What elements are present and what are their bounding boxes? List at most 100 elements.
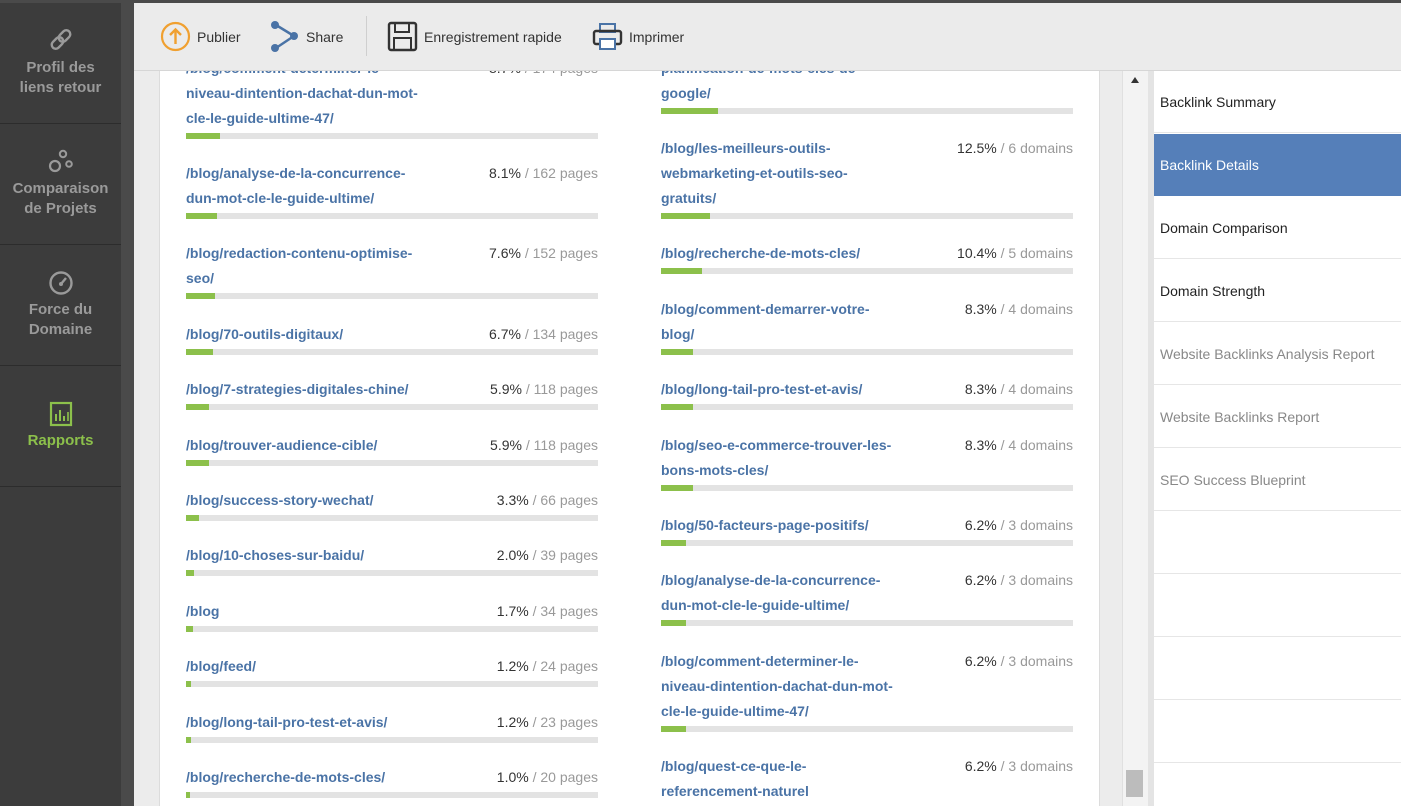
page-path-link[interactable]: /blog/recherche-de-mots-cles/ [661,241,860,266]
backlink-stat: 10.4% / 5 domains [957,241,1073,266]
backlink-stat: 7.6% / 152 pages [489,241,598,266]
progress-bar [186,737,598,743]
page-path-link[interactable]: /blog/long-tail-pro-test-et-avis/ [661,377,862,402]
quick-save-label: Enregistrement rapide [424,28,562,45]
backlink-stat: 6.2% / 3 domains [965,568,1073,593]
page-path-link[interactable]: /blog [186,599,219,624]
backlink-stat: 5.9% / 118 pages [490,433,598,458]
report-section-item[interactable]: Backlink Details [1154,134,1401,196]
backlink-stat: 8.7% / 174 pages [489,71,598,81]
count-value: / 4 domains [996,301,1073,317]
print-label: Imprimer [629,28,685,45]
page-path-link[interactable]: /blog/seo-e-commerce-trouver-les- bons-m… [661,433,891,483]
progress-bar-fill [186,133,220,139]
sidebar-item-project-comparison[interactable]: Comparaison de Projets [0,124,121,245]
progress-bar-fill [661,620,686,626]
nodes-icon [48,149,73,173]
backlink-stat: 8.3% / 4 domains [965,433,1073,458]
report-section-item[interactable]: Website Backlinks Analysis Report [1154,323,1401,385]
report-section-item[interactable]: Domain Comparison [1154,197,1401,259]
percentage-value: 12.5% [957,140,997,156]
backlink-row: /blog/comment-demarrer-votre- blog/8.3% … [661,297,1073,357]
page-path-link[interactable]: /blog/analyse-de-la-concurrence- dun-mot… [186,161,405,211]
progress-bar-fill [661,540,686,546]
progress-bar [661,268,1073,274]
page-path-link[interactable]: /blog/trouver-audience-cible/ [186,433,377,458]
print-button[interactable]: Imprimer [592,3,684,70]
percentage-value: 1.0% [496,769,529,785]
backlink-stat: 8.1% / 162 pages [489,161,598,186]
backlink-stat: 1.0% / 20 pages [497,765,598,790]
page-path-link[interactable]: /blog/success-story-wechat/ [186,488,374,513]
progress-bar-fill [661,726,686,732]
sidebar-item-domain-strength[interactable]: Force du Domaine [0,245,121,366]
progress-bar [186,792,598,798]
page-path-link[interactable]: /blog/comment-determiner-le- niveau-dint… [186,71,418,131]
page-path-link[interactable]: /blog/comment-determiner-le- niveau-dint… [661,649,893,724]
count-value: / 24 pages [528,658,598,674]
report-section-item [1154,701,1401,763]
backlink-row: planification-de-mots-cles-de google/ [661,71,1073,116]
percentage-value: 5.9% [490,437,522,453]
page-path-link[interactable]: /blog/10-choses-sur-baidu/ [186,543,364,568]
percentage-value: 8.3% [964,381,997,397]
report-section-item[interactable]: Domain Strength [1154,260,1401,322]
progress-bar-fill [661,268,702,274]
report-section-item[interactable]: Website Backlinks Report [1154,386,1401,448]
quick-save-button[interactable]: Enregistrement rapide [387,3,562,70]
count-value: / 23 pages [528,714,598,730]
publish-button[interactable]: Publier [160,3,241,70]
progress-bar-fill [186,626,193,632]
page-path-link[interactable]: /blog/70-outils-digitaux/ [186,322,343,347]
page-path-link[interactable]: /blog/50-facteurs-page-positifs/ [661,513,869,538]
page-path-link[interactable]: /blog/long-tail-pro-test-et-avis/ [186,710,387,735]
sidebar-item-reports[interactable]: Rapports [0,366,121,487]
progress-bar [661,620,1073,626]
page-path-link[interactable]: /blog/quest-ce-que-le- referencement-nat… [661,754,809,804]
page-path-link[interactable]: /blog/analyse-de-la-concurrence- dun-mot… [661,568,880,618]
share-icon [271,21,298,52]
report-section-item[interactable]: SEO Success Blueprint [1154,449,1401,511]
page-path-link[interactable]: /blog/redaction-contenu-optimise- seo/ [186,241,412,291]
sidebar-edge [121,3,134,806]
backlink-stat: 3.3% / 66 pages [497,488,598,513]
count-value: / 20 pages [528,769,598,785]
sidebar-item-backlink-profile[interactable]: Profil des liens retour [0,3,121,124]
backlink-row: /blog/70-outils-digitaux/6.7% / 134 page… [186,322,598,357]
progress-bar-fill [661,485,693,491]
count-value: / 5 domains [996,245,1073,261]
progress-bar [186,460,598,466]
page-path-link[interactable]: /blog/7-strategies-digitales-chine/ [186,377,409,402]
page-path-link[interactable]: /blog/les-meilleurs-outils- webmarketing… [661,136,848,211]
page-path-link[interactable]: planification-de-mots-cles-de google/ [661,71,855,106]
report-icon [49,401,72,427]
backlink-row: /blog/redaction-contenu-optimise- seo/7.… [186,241,598,301]
percentage-value: 8.1% [489,165,521,181]
scroll-thumb[interactable] [1126,770,1143,797]
percentage-value: 1.2% [496,714,529,730]
backlink-row: /blog/success-story-wechat/3.3% / 66 pag… [186,488,598,523]
backlink-stat: 6.7% / 134 pages [489,322,598,347]
page-path-link[interactable]: /blog/recherche-de-mots-cles/ [186,765,385,790]
count-value: / 66 pages [528,492,598,508]
page-path-link[interactable]: /blog/comment-demarrer-votre- blog/ [661,297,869,347]
share-button[interactable]: Share [269,3,343,70]
backlink-row: /blog/7-strategies-digitales-chine/5.9% … [186,377,598,412]
progress-bar-fill [186,570,194,576]
progress-bar-fill [661,213,710,219]
page-path-link[interactable]: /blog/feed/ [186,654,256,679]
progress-bar-fill [186,349,213,355]
count-value: / 3 domains [996,572,1073,588]
progress-bar [661,404,1073,410]
report-section-item[interactable]: Backlink Summary [1154,71,1401,133]
percentage-value: 7.6% [489,245,521,261]
link-icon [50,29,71,50]
backlink-row: /blog/trouver-audience-cible/5.9% / 118 … [186,433,598,468]
report-sections-panel: Backlink Summary Backlink Details Domain C… [1154,71,1401,806]
vertical-scrollbar[interactable] [1122,71,1149,806]
count-value: / 162 pages [520,165,598,181]
upload-icon [160,21,191,52]
progress-bar-fill [186,293,215,299]
percentage-value: 2.0% [496,547,529,563]
scroll-up-arrow-icon[interactable] [1131,77,1139,83]
